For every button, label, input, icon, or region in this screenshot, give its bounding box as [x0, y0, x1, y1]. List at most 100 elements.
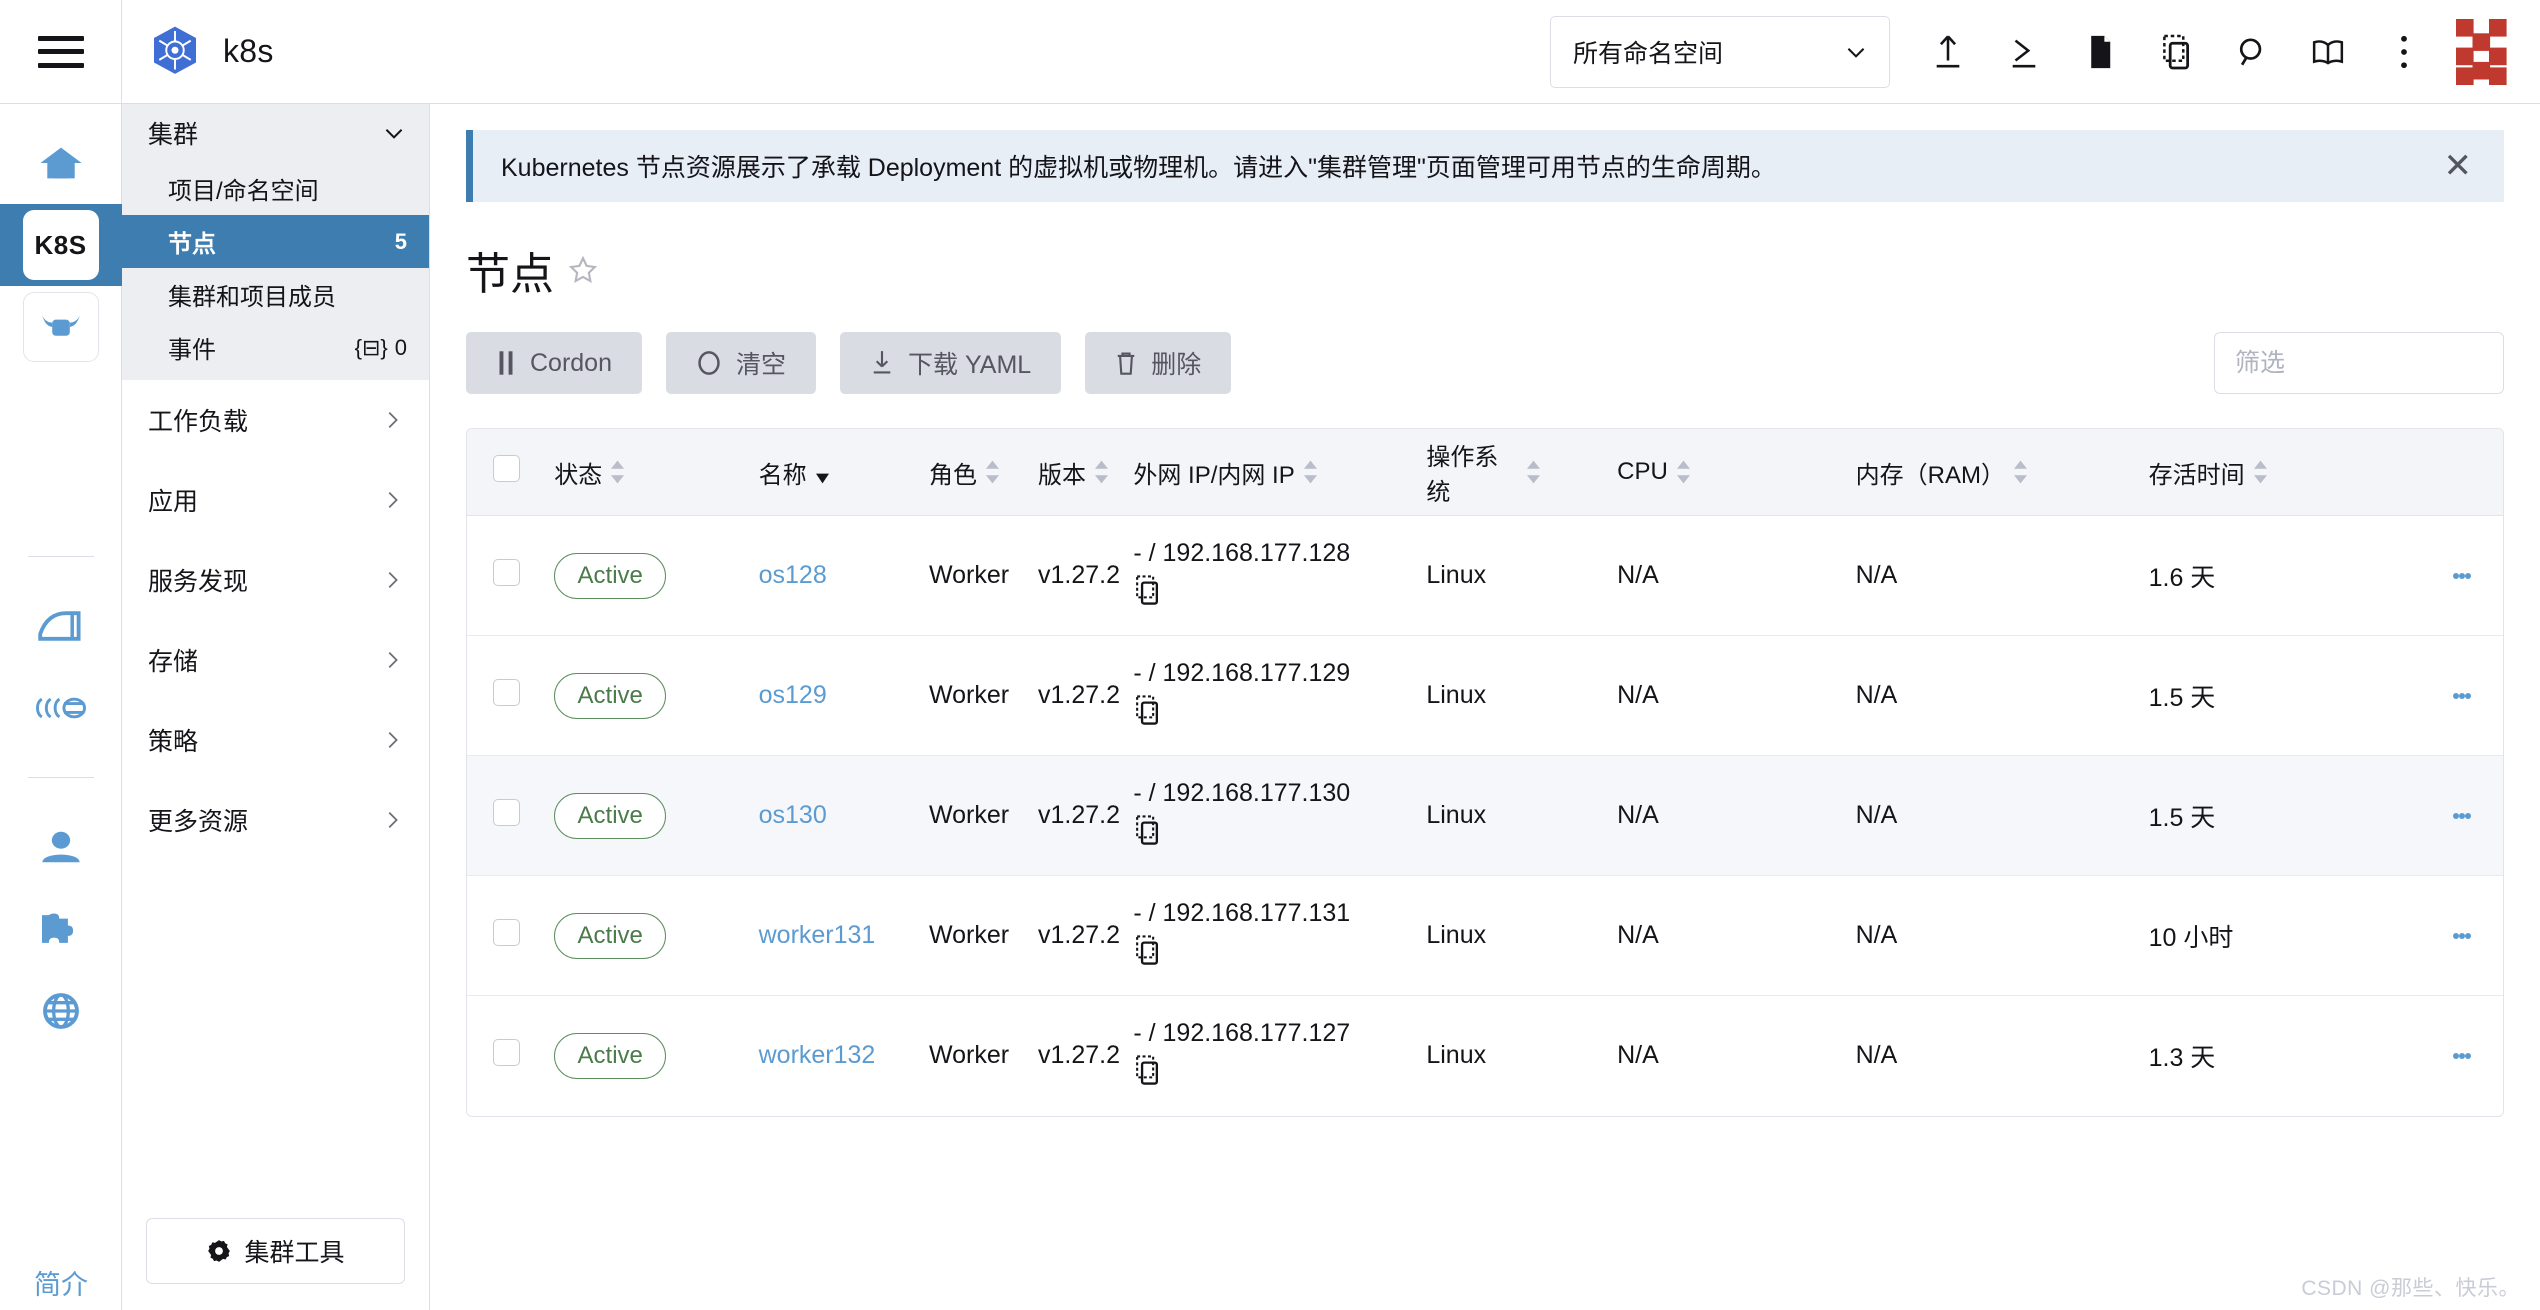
status-badge: Active: [554, 552, 667, 599]
cordon-button[interactable]: Cordon: [466, 332, 642, 394]
sidebar-item-policy[interactable]: 策略: [122, 700, 429, 780]
main-content: Kubernetes 节点资源展示了承载 Deployment 的虚拟机或物理机…: [430, 104, 2540, 1310]
row-ip-value: - / 192.168.177.130: [1133, 778, 1351, 807]
select-all-checkbox[interactable]: [493, 455, 520, 482]
row-name-cell: os129: [758, 635, 929, 756]
copy-icon[interactable]: [1133, 934, 1161, 973]
sidebar-item-workloads[interactable]: 工作负载: [122, 380, 429, 460]
sidebar-item-projects-namespaces[interactable]: 项目/命名空间: [122, 162, 429, 215]
sidebar-group-cluster[interactable]: 集群: [122, 104, 429, 162]
row-checkbox[interactable]: [493, 798, 520, 826]
sidebar-item-count: 0: [394, 334, 407, 360]
rail-item-globe[interactable]: [0, 970, 122, 1052]
delete-button[interactable]: 删除: [1085, 332, 1232, 394]
header-age[interactable]: 存活时间: [2148, 429, 2422, 516]
header-cpu[interactable]: CPU: [1617, 429, 1856, 516]
header-name-label: 名称: [758, 461, 807, 489]
row-menu-icon[interactable]: [2421, 569, 2503, 583]
avatar[interactable]: [2456, 18, 2522, 85]
download-yaml-button[interactable]: 下载 YAML: [840, 332, 1062, 394]
sort-icon: [815, 473, 829, 484]
node-link[interactable]: os129: [759, 681, 827, 709]
overflow-menu-icon[interactable]: [2366, 14, 2442, 90]
rail-item-barn[interactable]: [0, 585, 122, 667]
rail-item-user[interactable]: [0, 806, 122, 888]
header-state[interactable]: 状态: [554, 429, 759, 516]
rail-item-fleet[interactable]: [0, 667, 122, 749]
row-menu-icon[interactable]: [2421, 929, 2503, 943]
header-role[interactable]: 角色: [928, 429, 1038, 516]
table-row[interactable]: Active os129 Worker v1.27.2 - / 192.168.…: [467, 635, 2503, 756]
status-badge: Active: [554, 792, 667, 839]
rail-item-extension[interactable]: [0, 888, 122, 970]
row-ip-cell: - / 192.168.177.128: [1133, 515, 1427, 636]
sort-icon: [985, 460, 999, 484]
row-ram-cell: N/A: [1855, 635, 2149, 756]
header-ip[interactable]: 外网 IP/内网 IP: [1133, 429, 1427, 516]
download-yaml-button-label: 下载 YAML: [908, 351, 1032, 379]
favorite-star-icon[interactable]: [568, 255, 598, 285]
chevron-right-icon: [388, 572, 398, 588]
header-ram[interactable]: 内存（RAM）: [1855, 429, 2149, 516]
header-name[interactable]: 名称: [758, 429, 929, 516]
sidebar-scroll: 集群 项目/命名空间 节点 5 集群和项目成员 事件 {⊟} 0 工作负载 应用…: [122, 104, 429, 1198]
rail-bottom-label[interactable]: 简介: [0, 1263, 122, 1302]
import-yaml-icon[interactable]: [1910, 14, 1986, 90]
header-version[interactable]: 版本: [1037, 429, 1134, 516]
table-row[interactable]: Active os128 Worker v1.27.2 - / 192.168.…: [467, 515, 2503, 636]
file-icon[interactable]: [2062, 14, 2138, 90]
search-icon[interactable]: [2214, 14, 2290, 90]
sidebar-item-apps[interactable]: 应用: [122, 460, 429, 540]
row-menu-icon[interactable]: [2421, 1049, 2503, 1063]
header-os[interactable]: 操作系统: [1426, 429, 1618, 516]
row-select-cell: [467, 996, 554, 1116]
row-checkbox[interactable]: [493, 918, 520, 946]
row-menu-icon[interactable]: [2421, 809, 2503, 823]
sidebar-item-events[interactable]: 事件 {⊟} 0: [122, 321, 429, 374]
row-ip-value: - / 192.168.177.131: [1133, 898, 1351, 927]
rail-item-cattle[interactable]: [0, 286, 122, 368]
drain-button[interactable]: 清空: [666, 332, 817, 394]
row-state-cell: Active: [554, 635, 759, 756]
node-link[interactable]: worker131: [759, 921, 876, 949]
sidebar-item-storage[interactable]: 存储: [122, 620, 429, 700]
row-checkbox[interactable]: [493, 678, 520, 706]
rail-item-home[interactable]: [0, 122, 122, 204]
row-name-cell: worker131: [758, 875, 929, 996]
table-row[interactable]: Active os130 Worker v1.27.2 - / 192.168.…: [467, 755, 2503, 876]
sort-icon: [611, 460, 625, 484]
docs-book-icon[interactable]: [2290, 14, 2366, 90]
row-menu-icon[interactable]: [2421, 689, 2503, 703]
chevron-right-icon: [388, 652, 398, 668]
filter-input[interactable]: [2214, 332, 2504, 394]
cluster-tools-button[interactable]: 集群工具: [146, 1218, 405, 1284]
copy-icon[interactable]: [1133, 574, 1161, 613]
sidebar-item-nodes[interactable]: 节点 5: [122, 215, 429, 268]
rail-item-cluster-k8s[interactable]: K8S: [0, 204, 122, 286]
rail-divider-1: [27, 556, 94, 557]
sidebar-item-more-resources[interactable]: 更多资源: [122, 780, 429, 860]
sidebar-item-label: 集群和项目成员: [168, 284, 336, 311]
row-os-cell: Linux: [1426, 875, 1618, 996]
node-link[interactable]: worker132: [759, 1041, 876, 1069]
copy-icon[interactable]: [1133, 1054, 1161, 1093]
node-link[interactable]: os130: [759, 801, 827, 829]
sidebar-item-cluster-members[interactable]: 集群和项目成员: [122, 268, 429, 321]
table-row[interactable]: Active worker131 Worker v1.27.2 - / 192.…: [467, 875, 2503, 996]
kubectl-shell-icon[interactable]: [1986, 14, 2062, 90]
row-cpu-cell: N/A: [1617, 875, 1856, 996]
table-row[interactable]: Active worker132 Worker v1.27.2 - / 192.…: [467, 996, 2503, 1116]
copy-icon[interactable]: [1133, 694, 1161, 733]
close-icon[interactable]: ✕: [2438, 149, 2479, 183]
menu-toggle-button[interactable]: [0, 0, 122, 104]
row-checkbox[interactable]: [493, 558, 520, 586]
sidebar-item-service-discovery[interactable]: 服务发现: [122, 540, 429, 620]
row-checkbox[interactable]: [493, 1038, 520, 1066]
cattle-chip: [22, 292, 99, 362]
brand[interactable]: k8s: [122, 24, 274, 80]
node-link[interactable]: os128: [759, 561, 827, 589]
copy-icon[interactable]: [1133, 814, 1161, 853]
copy-kubeconfig-icon[interactable]: [2138, 14, 2214, 90]
row-ip-value: - / 192.168.177.127: [1133, 1019, 1351, 1047]
namespace-selector[interactable]: 所有命名空间: [1550, 15, 1890, 88]
